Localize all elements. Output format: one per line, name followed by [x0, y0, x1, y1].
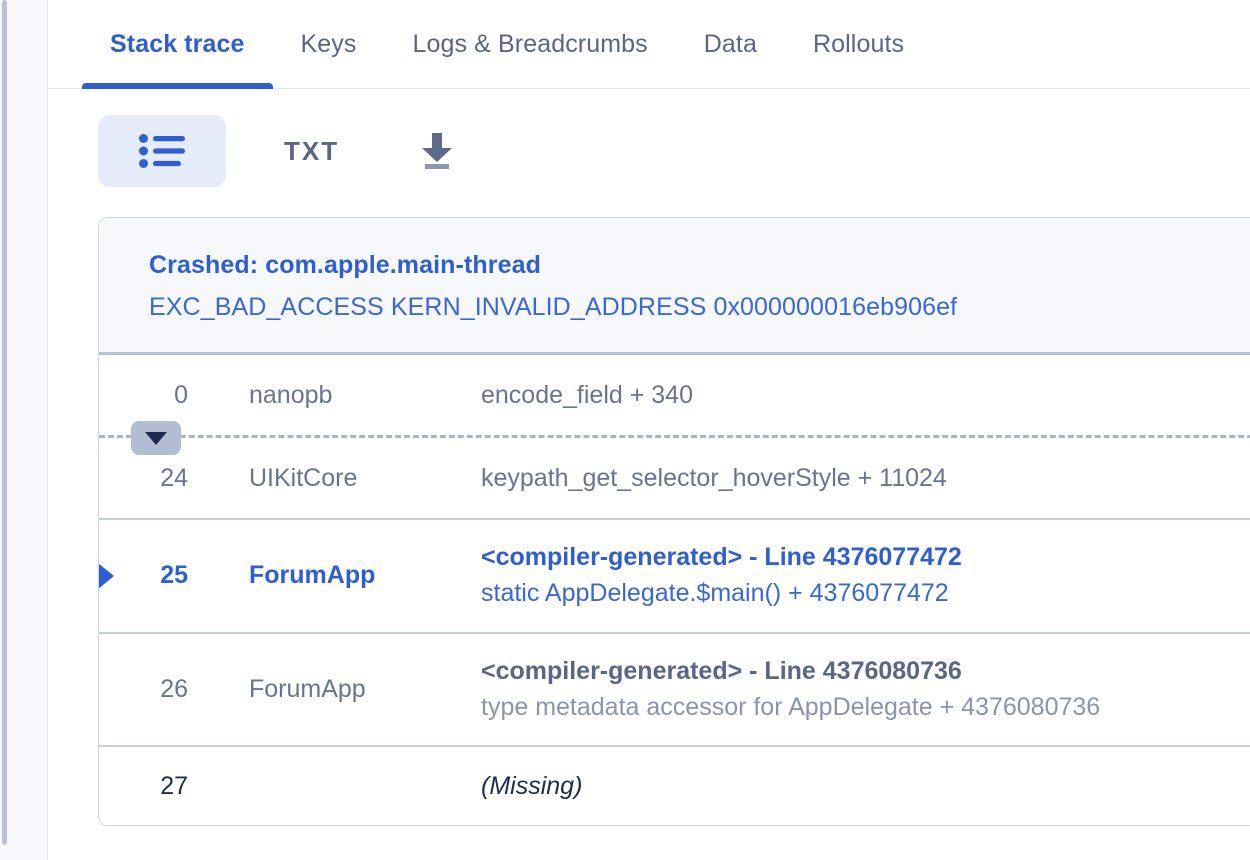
frame-package: UIKitCore: [249, 463, 358, 492]
tab-stack-trace-label: Stack trace: [110, 29, 245, 58]
main-panel: Stack trace Keys Logs & Breadcrumbs Data…: [48, 0, 1250, 860]
tab-keys-label: Keys: [300, 29, 357, 58]
table-row[interactable]: 27 (Missing): [99, 745, 1250, 825]
frame-package: nanopb: [249, 380, 333, 409]
left-rail: [0, 0, 48, 860]
tab-logs-breadcrumbs-label: Logs & Breadcrumbs: [412, 29, 648, 58]
tab-bar: Stack trace Keys Logs & Breadcrumbs Data…: [48, 0, 1250, 89]
app-shell: Stack trace Keys Logs & Breadcrumbs Data…: [0, 0, 1250, 860]
stack-trace-card: Crashed: com.apple.main-thread EXC_BAD_A…: [98, 217, 1250, 826]
frame-symbol: <compiler-generated> - Line 4376080736 t…: [469, 655, 1250, 725]
frame-symbol: (Missing): [481, 771, 583, 800]
table-row[interactable]: 26 ForumApp <compiler-generated> - Line …: [99, 631, 1250, 745]
download-button[interactable]: [407, 115, 467, 187]
tab-rollouts-label: Rollouts: [812, 29, 905, 58]
frame-package: ForumApp: [249, 561, 376, 590]
selected-frame-marker-icon: [99, 562, 114, 589]
crash-thread-title: Crashed: com.apple.main-thread: [149, 251, 541, 279]
tab-stack-trace[interactable]: Stack trace: [82, 0, 273, 89]
frame-index: 26: [160, 674, 188, 703]
tab-active-underline: [82, 83, 273, 89]
crash-exception-detail: EXC_BAD_ACCESS KERN_INVALID_ADDRESS 0x00…: [149, 292, 958, 321]
frame-symbol: encode_field + 340: [481, 380, 693, 409]
tab-rollouts[interactable]: Rollouts: [785, 0, 932, 88]
frame-symbol: <compiler-generated> - Line 4376077472 s…: [469, 541, 1250, 611]
frame-symbol-detail: static AppDelegate.$main() + 4376077472: [481, 579, 949, 608]
page-scrollbar[interactable]: [2, 0, 7, 845]
download-icon: [419, 131, 455, 171]
frame-symbol-detail: type metadata accessor for AppDelegate +…: [481, 692, 1101, 721]
stacktrace-toolbar: TXT: [48, 89, 1250, 217]
frame-index: 24: [160, 463, 188, 492]
bulleted-list-icon: [139, 133, 185, 169]
frame-package: ForumApp: [249, 674, 366, 703]
tab-data-label: Data: [703, 29, 757, 58]
tab-keys[interactable]: Keys: [273, 0, 385, 88]
crash-header: Crashed: com.apple.main-thread EXC_BAD_A…: [99, 218, 1250, 355]
chevron-down-icon: [145, 431, 167, 445]
frame-index: 25: [160, 561, 188, 590]
tab-data[interactable]: Data: [676, 0, 785, 88]
expand-collapsed-frames-button[interactable]: [131, 421, 181, 455]
tab-logs-breadcrumbs[interactable]: Logs & Breadcrumbs: [385, 0, 676, 88]
frame-index: 0: [174, 380, 188, 409]
list-view-toggle-button[interactable]: [98, 115, 226, 187]
table-row[interactable]: 25 ForumApp <compiler-generated> - Line …: [99, 518, 1250, 632]
txt-view-button[interactable]: TXT: [270, 115, 353, 187]
frame-index: 27: [160, 771, 188, 800]
frame-symbol: keypath_get_selector_hoverStyle + 11024: [481, 463, 947, 492]
table-row[interactable]: 0 nanopb encode_field + 340: [99, 355, 1250, 435]
frame-symbol-line: <compiler-generated> - Line 4376077472: [481, 543, 962, 571]
frame-symbol-line: <compiler-generated> - Line 4376080736: [481, 656, 962, 685]
table-row[interactable]: 24 UIKitCore keypath_get_selector_hoverS…: [99, 438, 1250, 518]
